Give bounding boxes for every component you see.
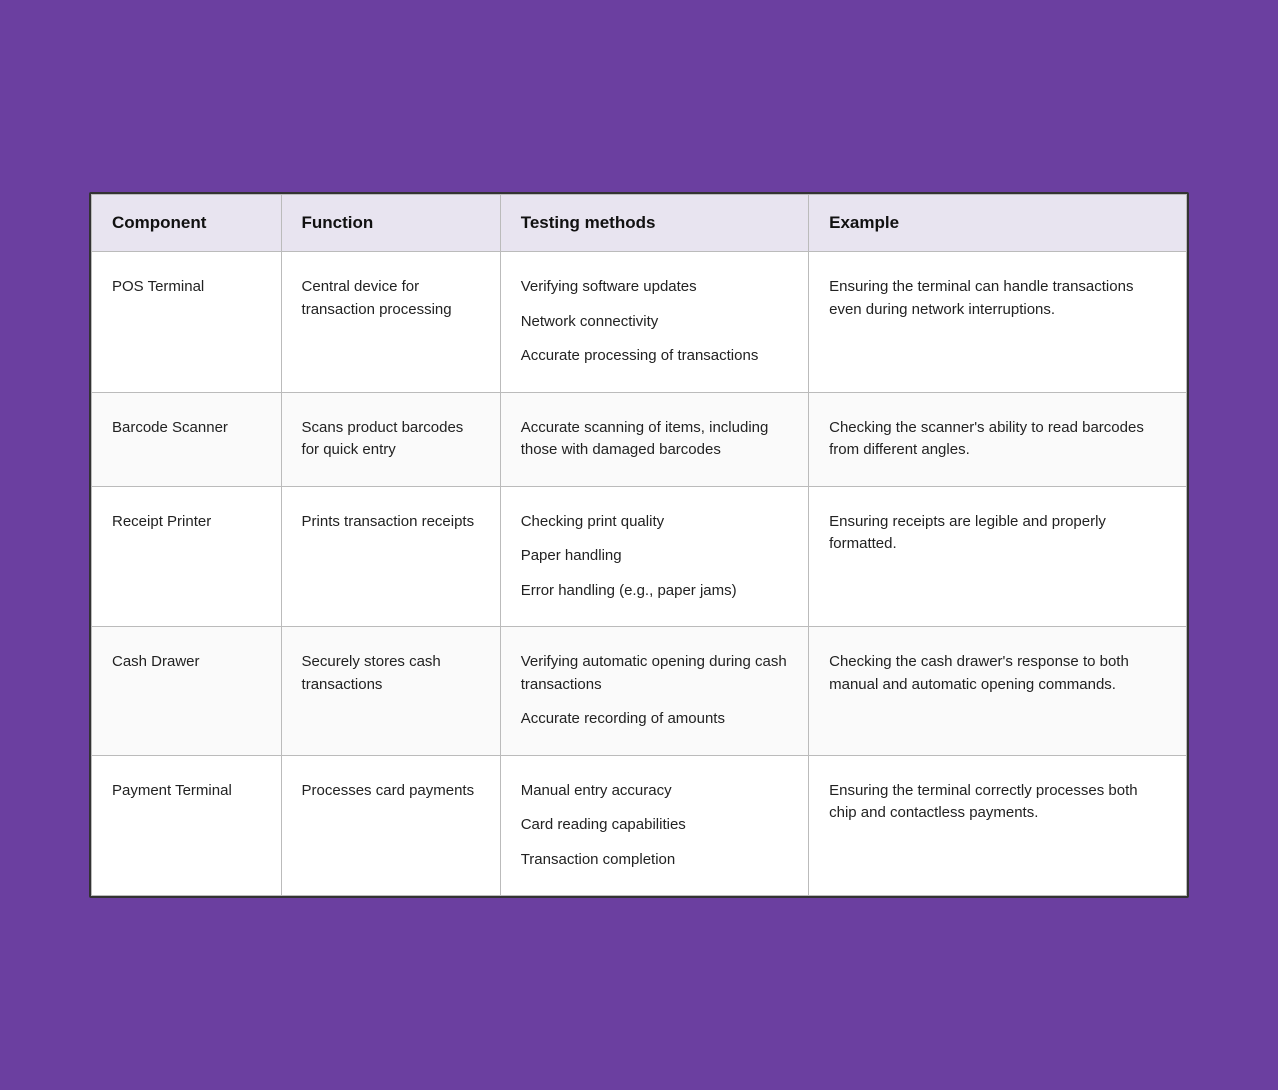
table-header-row: Component Function Testing methods Examp…	[92, 195, 1187, 252]
testing-method-item: Error handling (e.g., paper jams)	[521, 580, 788, 603]
testing-method-item: Verifying software updates	[521, 276, 788, 299]
testing-method-item: Accurate recording of amounts	[521, 708, 788, 731]
cell-example: Checking the scanner's ability to read b…	[809, 392, 1187, 486]
cell-example: Ensuring the terminal can handle transac…	[809, 252, 1187, 393]
cell-function: Prints transaction receipts	[281, 486, 500, 627]
table-row: Payment TerminalProcesses card paymentsM…	[92, 755, 1187, 896]
cell-testing: Manual entry accuracy Card reading capabi…	[500, 755, 808, 896]
cell-example: Ensuring receipts are legible and proper…	[809, 486, 1187, 627]
testing-method-item: Accurate scanning of items, including th…	[521, 417, 788, 462]
cell-example: Ensuring the terminal correctly processe…	[809, 755, 1187, 896]
main-table-wrapper: Component Function Testing methods Examp…	[89, 192, 1189, 898]
cell-function: Securely stores cash transactions	[281, 627, 500, 756]
pos-components-table: Component Function Testing methods Examp…	[91, 194, 1187, 896]
cell-testing: Checking print quality Paper handling Erro…	[500, 486, 808, 627]
testing-method-item: Card reading capabilities	[521, 814, 788, 837]
cell-function: Central device for transaction processin…	[281, 252, 500, 393]
header-component: Component	[92, 195, 282, 252]
testing-method-item: Manual entry accuracy	[521, 780, 788, 803]
cell-component: Payment Terminal	[92, 755, 282, 896]
table-row: Barcode ScannerScans product barcodes fo…	[92, 392, 1187, 486]
table-row: POS TerminalCentral device for transacti…	[92, 252, 1187, 393]
cell-component: Barcode Scanner	[92, 392, 282, 486]
cell-function: Processes card payments	[281, 755, 500, 896]
cell-testing: Verifying software updates Network connec…	[500, 252, 808, 393]
cell-component: Cash Drawer	[92, 627, 282, 756]
testing-method-item: Paper handling	[521, 545, 788, 568]
testing-method-item: Checking print quality	[521, 511, 788, 534]
testing-method-item: Transaction completion	[521, 849, 788, 872]
cell-component: POS Terminal	[92, 252, 282, 393]
cell-testing: Verifying automatic opening during cash …	[500, 627, 808, 756]
cell-testing: Accurate scanning of items, including th…	[500, 392, 808, 486]
header-example: Example	[809, 195, 1187, 252]
testing-method-item: Network connectivity	[521, 311, 788, 334]
cell-example: Checking the cash drawer's response to b…	[809, 627, 1187, 756]
header-function: Function	[281, 195, 500, 252]
testing-method-item: Accurate processing of transactions	[521, 345, 788, 368]
table-row: Cash DrawerSecurely stores cash transact…	[92, 627, 1187, 756]
header-testing: Testing methods	[500, 195, 808, 252]
testing-method-item: Verifying automatic opening during cash …	[521, 651, 788, 696]
cell-component: Receipt Printer	[92, 486, 282, 627]
table-row: Receipt PrinterPrints transaction receip…	[92, 486, 1187, 627]
cell-function: Scans product barcodes for quick entry	[281, 392, 500, 486]
